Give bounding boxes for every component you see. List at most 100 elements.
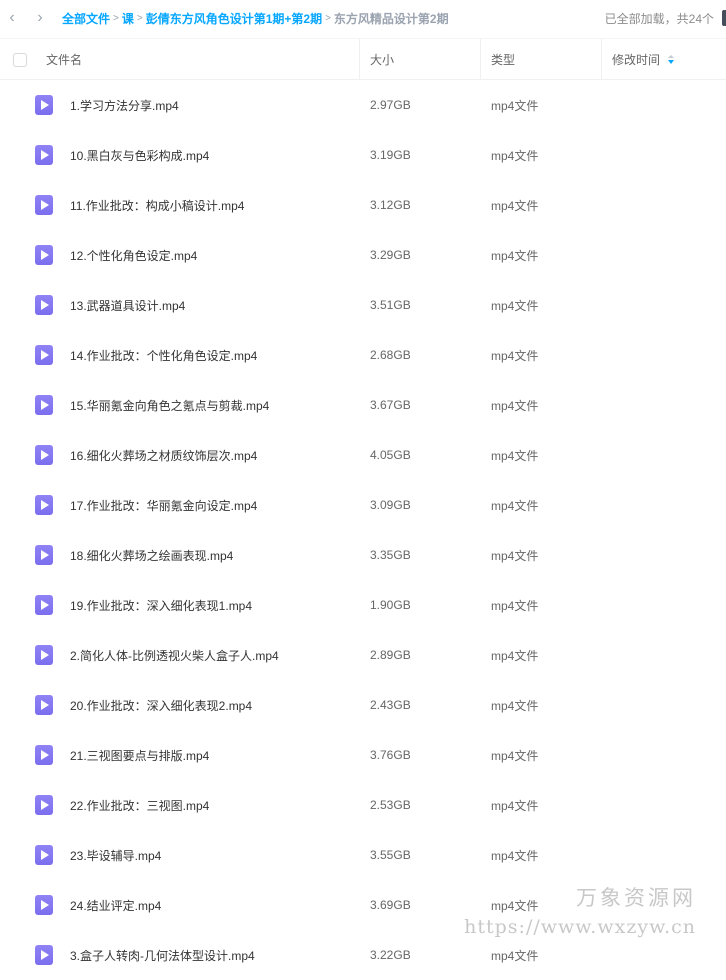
video-file-icon (35, 895, 53, 915)
top-bar: ‹ › 全部文件 > 课 > 彭倩东方风角色设计第1期+第2期 > 东方风精品设… (0, 0, 726, 36)
file-size: 3.12GB (370, 198, 411, 212)
file-name-cell: 20.作业批改：深入细化表现2.mp4 (0, 695, 360, 715)
file-name-cell: 12.个性化角色设定.mp4 (0, 245, 360, 265)
video-file-icon (35, 295, 53, 315)
file-type: mp4文件 (491, 98, 539, 113)
file-size: 2.68GB (370, 348, 411, 362)
table-row[interactable]: 20.作业批改：深入细化表现2.mp4 2.43GB mp4文件 (0, 680, 726, 730)
file-size: 1.90GB (370, 598, 411, 612)
column-header-type[interactable]: 类型 (481, 39, 602, 79)
sort-icon[interactable] (668, 54, 675, 64)
file-name[interactable]: 20.作业批改：深入细化表现2.mp4 (70, 697, 252, 714)
file-type: mp4文件 (491, 198, 539, 213)
file-size: 3.22GB (370, 948, 411, 962)
table-row[interactable]: 10.黑白灰与色彩构成.mp4 3.19GB mp4文件 (0, 130, 726, 180)
breadcrumb-separator: > (113, 12, 119, 24)
file-name[interactable]: 12.个性化角色设定.mp4 (70, 247, 197, 264)
column-header-mtime[interactable]: 修改时间 (602, 39, 726, 79)
file-size: 2.89GB (370, 648, 411, 662)
video-file-icon (35, 445, 53, 465)
file-type: mp4文件 (491, 898, 539, 913)
file-name-cell: 23.毕设辅导.mp4 (0, 845, 360, 865)
video-file-icon (35, 245, 53, 265)
table-row[interactable]: 16.细化火葬场之材质纹饰层次.mp4 4.05GB mp4文件 (0, 430, 726, 480)
file-name-cell: 2.简化人体-比例透视火柴人盒子人.mp4 (0, 645, 360, 665)
file-name[interactable]: 19.作业批改：深入细化表现1.mp4 (70, 597, 252, 614)
file-type: mp4文件 (491, 548, 539, 563)
file-size: 3.35GB (370, 548, 411, 562)
file-size: 3.76GB (370, 748, 411, 762)
table-row[interactable]: 2.简化人体-比例透视火柴人盒子人.mp4 2.89GB mp4文件 (0, 630, 726, 680)
table-row[interactable]: 19.作业批改：深入细化表现1.mp4 1.90GB mp4文件 (0, 580, 726, 630)
file-name-cell: 10.黑白灰与色彩构成.mp4 (0, 145, 360, 165)
file-type: mp4文件 (491, 498, 539, 513)
file-name[interactable]: 13.武器道具设计.mp4 (70, 297, 185, 314)
file-size: 2.43GB (370, 698, 411, 712)
breadcrumb-item-all-files[interactable]: 全部文件 (62, 10, 110, 27)
table-row[interactable]: 24.结业评定.mp4 3.69GB mp4文件 (0, 880, 726, 930)
file-name-cell: 11.作业批改：构成小稿设计.mp4 (0, 195, 360, 215)
video-file-icon (35, 595, 53, 615)
file-name[interactable]: 16.细化火葬场之材质纹饰层次.mp4 (70, 447, 257, 464)
table-row[interactable]: 11.作业批改：构成小稿设计.mp4 3.12GB mp4文件 (0, 180, 726, 230)
table-row[interactable]: 18.细化火葬场之绘画表现.mp4 3.35GB mp4文件 (0, 530, 726, 580)
file-type: mp4文件 (491, 798, 539, 813)
file-name[interactable]: 3.盒子人转肉-几何法体型设计.mp4 (70, 947, 255, 964)
breadcrumb-current: 东方风精品设计第2期 (333, 11, 449, 26)
breadcrumb: 全部文件 > 课 > 彭倩东方风角色设计第1期+第2期 > 东方风精品设计第2期 (62, 10, 449, 27)
file-name[interactable]: 14.作业批改：个性化角色设定.mp4 (70, 347, 257, 364)
file-size: 3.09GB (370, 498, 411, 512)
table-row[interactable]: 1.学习方法分享.mp4 2.97GB mp4文件 (0, 80, 726, 130)
file-type: mp4文件 (491, 598, 539, 613)
table-row[interactable]: 14.作业批改：个性化角色设定.mp4 2.68GB mp4文件 (0, 330, 726, 380)
file-name[interactable]: 15.华丽氪金向角色之氪点与剪裁.mp4 (70, 397, 269, 414)
file-name[interactable]: 22.作业批改：三视图.mp4 (70, 797, 209, 814)
panel-edge-handle (722, 10, 726, 26)
column-header-size[interactable]: 大小 (360, 39, 481, 79)
file-size: 3.67GB (370, 398, 411, 412)
breadcrumb-item-series[interactable]: 彭倩东方风角色设计第1期+第2期 (146, 10, 322, 27)
file-name[interactable]: 2.简化人体-比例透视火柴人盒子人.mp4 (70, 647, 279, 664)
file-size: 3.29GB (370, 248, 411, 262)
video-file-icon (35, 745, 53, 765)
table-row[interactable]: 22.作业批改：三视图.mp4 2.53GB mp4文件 (0, 780, 726, 830)
video-file-icon (35, 645, 53, 665)
select-all-checkbox[interactable] (13, 53, 27, 67)
table-row[interactable]: 21.三视图要点与排版.mp4 3.76GB mp4文件 (0, 730, 726, 780)
file-list-header: 文件名 大小 类型 修改时间 (0, 38, 726, 80)
file-name-cell: 13.武器道具设计.mp4 (0, 295, 360, 315)
file-name-cell: 22.作业批改：三视图.mp4 (0, 795, 360, 815)
file-size: 2.53GB (370, 798, 411, 812)
breadcrumb-item-course[interactable]: 课 (122, 10, 134, 27)
file-size: 2.97GB (370, 98, 411, 112)
file-name[interactable]: 11.作业批改：构成小稿设计.mp4 (70, 197, 244, 214)
video-file-icon (35, 795, 53, 815)
column-header-name[interactable]: 文件名 (0, 39, 360, 79)
video-file-icon (35, 845, 53, 865)
file-name-cell: 14.作业批改：个性化角色设定.mp4 (0, 345, 360, 365)
chevron-left-icon[interactable]: ‹ (0, 6, 24, 30)
table-row[interactable]: 3.盒子人转肉-几何法体型设计.mp4 3.22GB mp4文件 (0, 930, 726, 980)
file-name[interactable]: 18.细化火葬场之绘画表现.mp4 (70, 547, 233, 564)
file-name[interactable]: 23.毕设辅导.mp4 (70, 847, 161, 864)
file-type: mp4文件 (491, 248, 539, 263)
file-type: mp4文件 (491, 448, 539, 463)
file-name[interactable]: 17.作业批改：华丽氪金向设定.mp4 (70, 497, 257, 514)
video-file-icon (35, 545, 53, 565)
file-name-cell: 21.三视图要点与排版.mp4 (0, 745, 360, 765)
table-row[interactable]: 12.个性化角色设定.mp4 3.29GB mp4文件 (0, 230, 726, 280)
file-name[interactable]: 24.结业评定.mp4 (70, 897, 161, 914)
file-type: mp4文件 (491, 348, 539, 363)
file-name-cell: 15.华丽氪金向角色之氪点与剪裁.mp4 (0, 395, 360, 415)
file-name[interactable]: 10.黑白灰与色彩构成.mp4 (70, 147, 209, 164)
chevron-right-icon[interactable]: › (28, 6, 52, 30)
table-row[interactable]: 17.作业批改：华丽氪金向设定.mp4 3.09GB mp4文件 (0, 480, 726, 530)
table-row[interactable]: 15.华丽氪金向角色之氪点与剪裁.mp4 3.67GB mp4文件 (0, 380, 726, 430)
table-row[interactable]: 23.毕设辅导.mp4 3.55GB mp4文件 (0, 830, 726, 880)
file-type: mp4文件 (491, 648, 539, 663)
table-row[interactable]: 13.武器道具设计.mp4 3.51GB mp4文件 (0, 280, 726, 330)
file-type: mp4文件 (491, 298, 539, 313)
column-header-type-label: 类型 (491, 52, 516, 67)
file-name[interactable]: 21.三视图要点与排版.mp4 (70, 747, 209, 764)
file-name[interactable]: 1.学习方法分享.mp4 (70, 97, 179, 114)
